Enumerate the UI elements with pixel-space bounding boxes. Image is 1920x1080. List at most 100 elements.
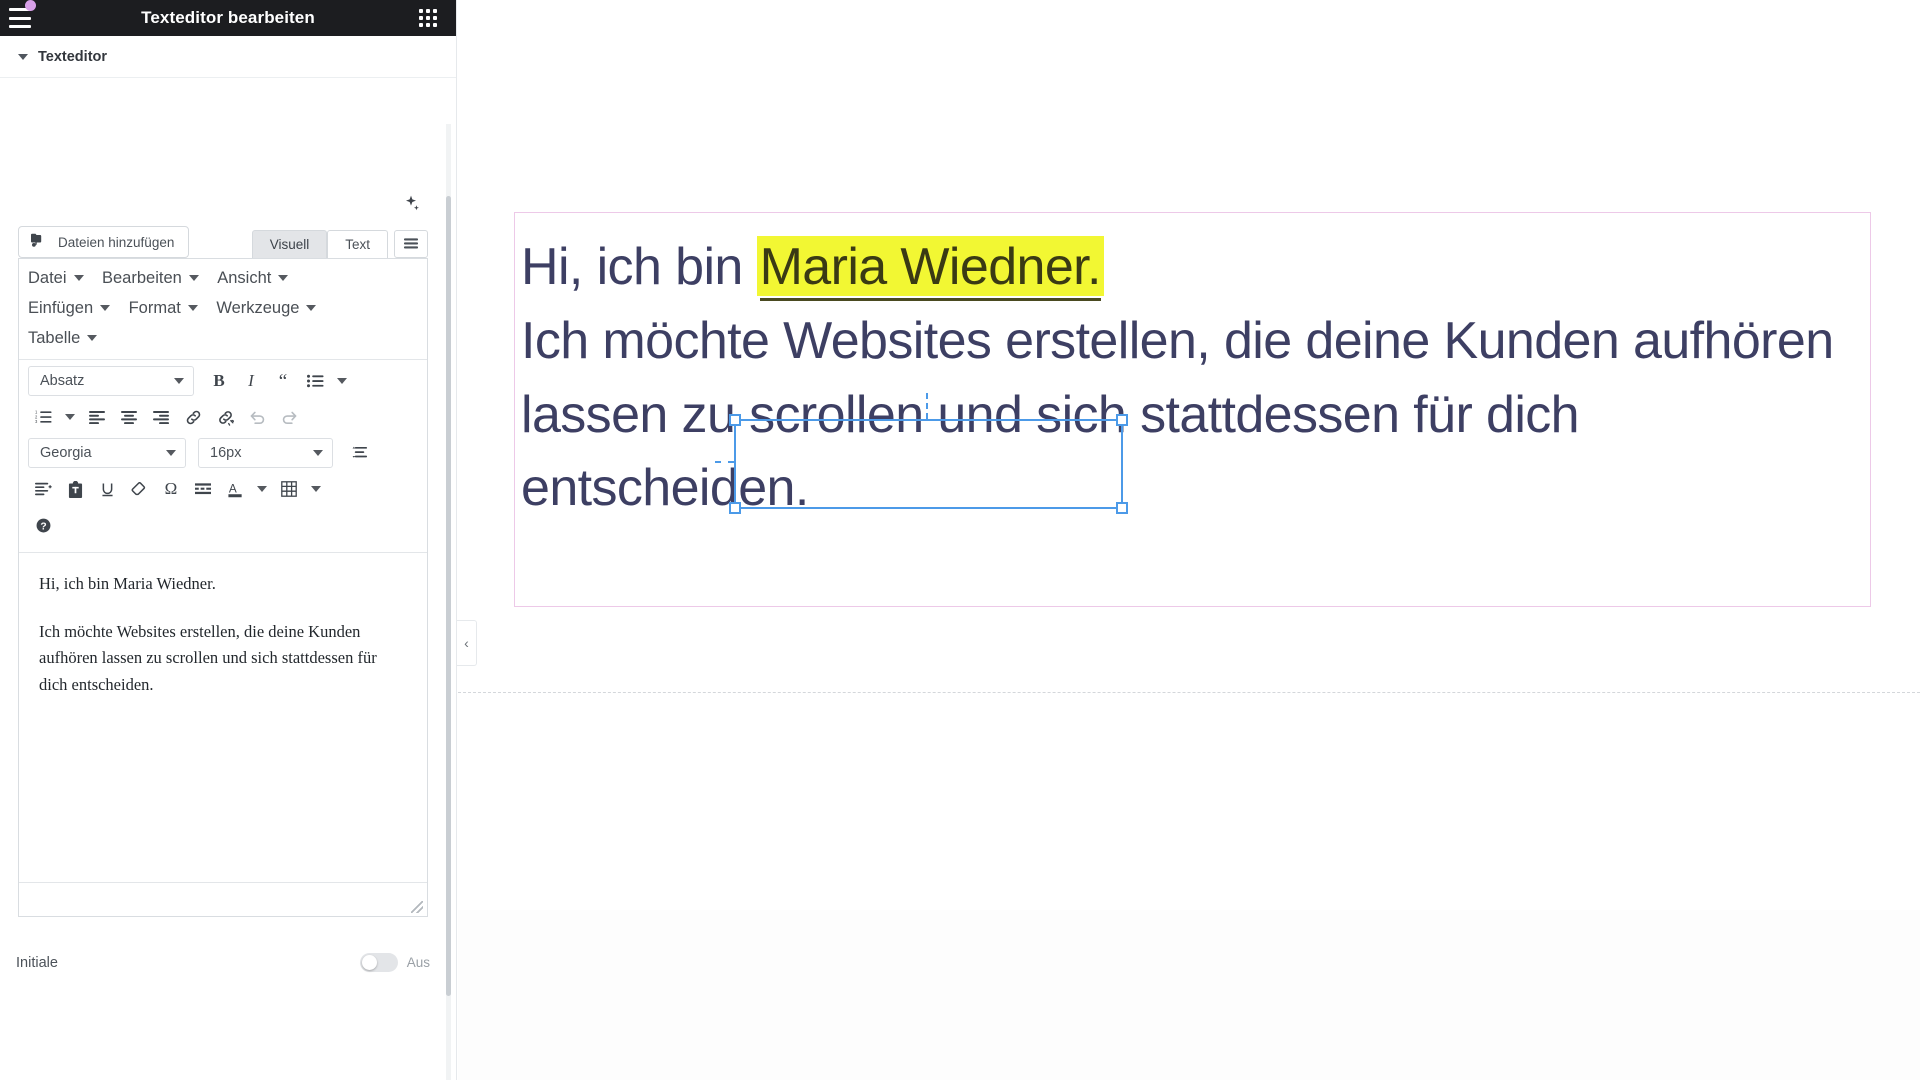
chevron-down-icon bbox=[87, 335, 98, 341]
menu-ansicht[interactable]: Ansicht bbox=[217, 265, 289, 291]
add-media-label: Dateien hinzufügen bbox=[58, 234, 175, 250]
editor-sidebar: Texteditor bearbeiten Texteditor Dateien… bbox=[0, 0, 457, 1080]
clear-formatting-icon[interactable] bbox=[124, 474, 154, 504]
blockquote-icon[interactable]: “ bbox=[268, 366, 298, 396]
menu-bearbeiten[interactable]: Bearbeiten bbox=[102, 265, 199, 291]
menu-label: Bearbeiten bbox=[101, 269, 182, 287]
app-root: Texteditor bearbeiten Texteditor Dateien… bbox=[0, 0, 1920, 1080]
editor-content-area[interactable]: Hi, ich bin Maria Wiedner. Ich möchte We… bbox=[19, 552, 427, 882]
font-size-select[interactable]: 16px bbox=[198, 438, 333, 468]
page-canvas: Hi, ich bin Maria Wiedner. Ich möchte We… bbox=[458, 0, 1920, 1080]
initiale-toggle[interactable]: Aus bbox=[359, 953, 430, 972]
bulleted-list-icon[interactable] bbox=[300, 366, 330, 396]
editor-mode-tabs: Visuell Text bbox=[251, 230, 428, 258]
toggle-track bbox=[359, 953, 398, 972]
highlighted-name: Maria Wiedner. bbox=[756, 236, 1104, 301]
toolbar-row-3: Georgia 16px bbox=[28, 438, 418, 468]
panel-scrollbar-thumb[interactable] bbox=[446, 196, 451, 996]
editor-toolbar: Absatz B I “ 1 2 3 Georgia 16px Ω A ? bbox=[19, 360, 427, 552]
remove-link-icon[interactable] bbox=[210, 402, 240, 432]
menu-label: Format bbox=[128, 299, 181, 317]
align-center-icon[interactable] bbox=[114, 402, 144, 432]
paste-as-text-icon[interactable] bbox=[60, 474, 90, 504]
toolbar-row-2: 1 2 3 bbox=[28, 402, 418, 432]
caret-down-icon bbox=[18, 53, 28, 60]
chevron-down-icon[interactable] bbox=[60, 402, 80, 432]
bold-icon[interactable]: B bbox=[204, 366, 234, 396]
underline-icon[interactable] bbox=[92, 474, 122, 504]
initiale-setting-row: Initiale Aus bbox=[16, 953, 430, 972]
chevron-down-icon bbox=[166, 450, 176, 456]
align-right-icon[interactable] bbox=[146, 402, 176, 432]
insert-link-icon[interactable] bbox=[178, 402, 208, 432]
special-character-icon[interactable]: Ω bbox=[156, 474, 186, 504]
chevron-down-icon[interactable] bbox=[252, 474, 272, 504]
svg-text:3: 3 bbox=[35, 419, 38, 424]
chevron-down-icon bbox=[187, 305, 198, 311]
menu-label: Ansicht bbox=[217, 269, 272, 287]
menu-datei[interactable]: Datei bbox=[28, 265, 84, 291]
section-header-texteditor[interactable]: Texteditor bbox=[0, 36, 456, 78]
select-value: Absatz bbox=[40, 373, 85, 389]
section-divider bbox=[458, 692, 1920, 693]
grid-apps-icon[interactable] bbox=[419, 9, 439, 28]
section-container[interactable]: Hi, ich bin Maria Wiedner. Ich möchte We… bbox=[514, 212, 1871, 607]
collapse-panel-button[interactable]: ‹ bbox=[457, 620, 477, 666]
undo-icon[interactable] bbox=[242, 402, 272, 432]
editor-paragraph-1: Hi, ich bin Maria Wiedner. bbox=[39, 574, 216, 593]
text-color-icon[interactable]: A bbox=[220, 474, 250, 504]
editor-topbar: Dateien hinzufügen Visuell Text bbox=[18, 220, 428, 258]
tab-visuell[interactable]: Visuell bbox=[251, 230, 328, 258]
wp-editor: Dateien hinzufügen Visuell Text Datei Be… bbox=[18, 220, 428, 917]
menu-format[interactable]: Format bbox=[129, 295, 198, 321]
chevron-down-icon[interactable] bbox=[306, 474, 326, 504]
section-title: Texteditor bbox=[38, 48, 108, 65]
keyboard-shortcuts-help-icon[interactable]: ? bbox=[28, 510, 58, 540]
editor-paragraph-2: Ich möchte Websites erstellen, die deine… bbox=[39, 621, 377, 695]
canvas-footer-area bbox=[458, 910, 1920, 1080]
select-value: 16px bbox=[210, 445, 242, 461]
tab-text[interactable]: Text bbox=[327, 230, 388, 258]
hamburger-icon[interactable] bbox=[9, 8, 35, 28]
line-height-icon[interactable] bbox=[345, 438, 375, 468]
highlight-text: Maria Wiedner. bbox=[759, 238, 1101, 301]
select-value: Georgia bbox=[40, 445, 92, 461]
toggle-knob bbox=[361, 955, 377, 970]
list-view-icon[interactable] bbox=[394, 230, 428, 258]
chevron-down-icon bbox=[306, 305, 317, 311]
redo-icon[interactable] bbox=[274, 402, 304, 432]
selection-guide-line bbox=[926, 393, 928, 419]
sparkle-ai-icon[interactable] bbox=[401, 194, 421, 214]
hero-body-text: Ich möchte Websites erstellen, die deine… bbox=[521, 311, 1834, 518]
add-media-icon bbox=[30, 232, 49, 252]
chevron-down-icon[interactable] bbox=[332, 366, 352, 396]
font-family-select[interactable]: Georgia bbox=[28, 438, 186, 468]
menu-einfuegen[interactable]: Einfügen bbox=[28, 295, 111, 321]
panel-header: Texteditor bearbeiten bbox=[0, 0, 456, 36]
chevron-down-icon bbox=[313, 450, 323, 456]
toolbar-row-1: Absatz B I “ bbox=[28, 366, 418, 396]
selection-dash-left bbox=[715, 461, 734, 463]
chevron-down-icon bbox=[278, 275, 289, 281]
hero-heading-block[interactable]: Hi, ich bin Maria Wiedner. Ich möchte We… bbox=[515, 213, 1870, 526]
add-media-button[interactable]: Dateien hinzufügen bbox=[18, 226, 190, 258]
chevron-down-icon bbox=[100, 305, 111, 311]
indent-icon[interactable] bbox=[28, 474, 58, 504]
italic-icon[interactable]: I bbox=[236, 366, 266, 396]
paragraph-format-select[interactable]: Absatz bbox=[28, 366, 194, 396]
menu-label: Einfügen bbox=[28, 299, 94, 317]
align-left-icon[interactable] bbox=[82, 402, 112, 432]
table-icon[interactable] bbox=[274, 474, 304, 504]
menu-label: Tabelle bbox=[28, 329, 81, 347]
menu-tabelle[interactable]: Tabelle bbox=[28, 325, 98, 351]
chevron-down-icon bbox=[188, 275, 199, 281]
menu-werkzeuge[interactable]: Werkzeuge bbox=[216, 295, 317, 321]
panel-body: Dateien hinzufügen Visuell Text Datei Be… bbox=[0, 78, 456, 1080]
numbered-list-icon[interactable]: 1 2 3 bbox=[28, 402, 58, 432]
toggle-state-label: Aus bbox=[406, 955, 430, 970]
horizontal-rule-icon[interactable] bbox=[188, 474, 218, 504]
menu-label: Werkzeuge bbox=[216, 299, 300, 317]
chevron-down-icon bbox=[73, 275, 84, 281]
toolbar-row-4: Ω A bbox=[28, 474, 418, 504]
resize-grip-handle[interactable] bbox=[411, 901, 423, 913]
